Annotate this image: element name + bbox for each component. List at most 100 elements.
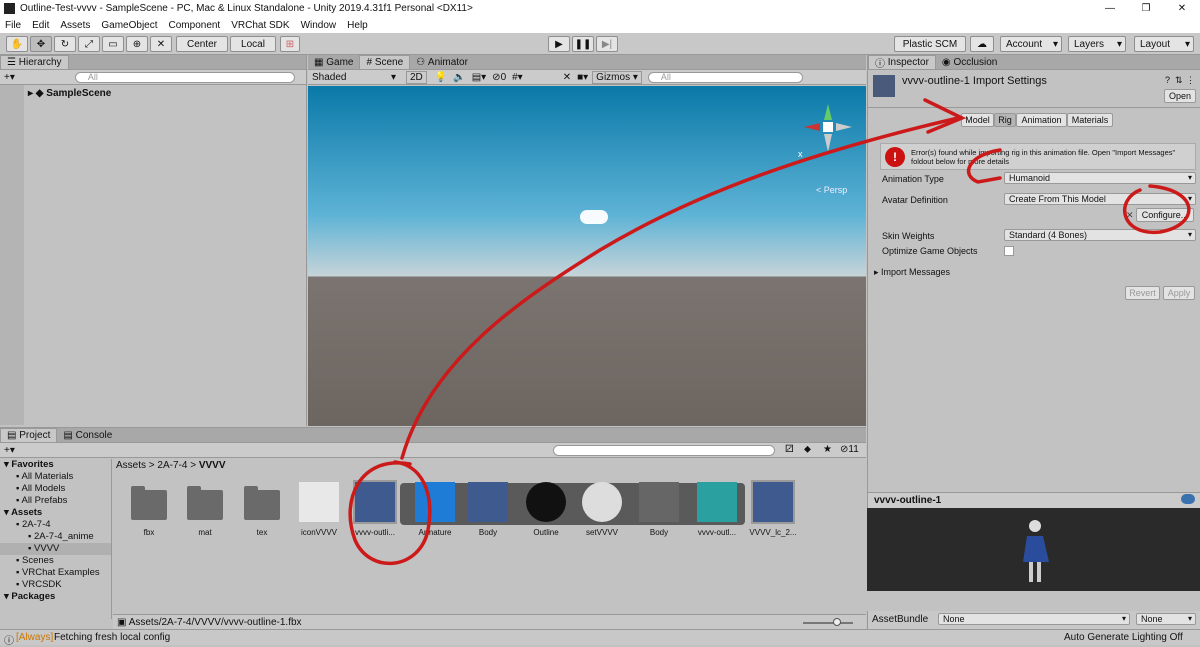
tree-item[interactable]: ▪ 2A-7-4_anime bbox=[0, 531, 111, 543]
menu-vrchat-sdk[interactable]: VRChat SDK bbox=[231, 20, 289, 31]
pause-button[interactable]: ❚❚ bbox=[572, 36, 594, 52]
asset-tile[interactable]: Body bbox=[634, 480, 684, 537]
custom-tool-icon[interactable]: ✕ bbox=[150, 36, 172, 52]
tab-animator[interactable]: ⚇ Animator bbox=[410, 55, 474, 69]
filter-label-icon[interactable]: ⬥ bbox=[804, 444, 811, 455]
skin-weights-dropdown[interactable]: Standard (4 Bones) bbox=[1004, 229, 1196, 241]
filter-type-icon[interactable]: ⚂ bbox=[785, 444, 794, 455]
tree-item[interactable]: ▪ All Models bbox=[0, 483, 111, 495]
revert-button[interactable]: Revert bbox=[1125, 286, 1160, 300]
breadcrumb-assets[interactable]: Assets bbox=[116, 460, 146, 471]
apply-button[interactable]: Apply bbox=[1163, 286, 1195, 300]
menu-window[interactable]: Window bbox=[301, 20, 337, 31]
project-search-input[interactable] bbox=[553, 445, 775, 456]
transform-tool-icon[interactable]: ⊕ bbox=[126, 36, 148, 52]
account-dropdown[interactable]: Account ▾ bbox=[1000, 36, 1062, 52]
hidden-packages-icon[interactable]: ⊘11 bbox=[840, 444, 859, 455]
preset-icon[interactable]: ⇅ bbox=[1175, 75, 1183, 86]
tab-materials[interactable]: Materials bbox=[1067, 113, 1113, 127]
tab-animation[interactable]: Animation bbox=[1016, 113, 1067, 127]
asset-tile[interactable]: iconVVVV bbox=[294, 480, 344, 537]
menu-edit[interactable]: Edit bbox=[32, 20, 49, 31]
tab-game[interactable]: ▦ Game bbox=[308, 55, 360, 69]
tab-inspector[interactable]: ⓘ Inspector bbox=[868, 55, 936, 70]
model-preview[interactable] bbox=[867, 494, 1200, 591]
menu-help[interactable]: Help bbox=[347, 20, 368, 31]
tab-scene[interactable]: # Scene bbox=[359, 55, 411, 69]
status-message[interactable]: Fetching fresh local config bbox=[54, 632, 170, 643]
menu-file[interactable]: File bbox=[5, 20, 21, 31]
asset-tile[interactable]: vvvv-outli... bbox=[350, 480, 400, 537]
grid-snap-icon[interactable]: ⊞ bbox=[280, 36, 300, 52]
scene-gizmo-icon[interactable] bbox=[794, 94, 858, 158]
layout-dropdown[interactable]: Layout ▾ bbox=[1134, 36, 1194, 52]
menu-assets[interactable]: Assets bbox=[60, 20, 90, 31]
asset-tile[interactable]: Armature bbox=[410, 480, 460, 537]
tab-hierarchy[interactable]: ☰ Hierarchy bbox=[0, 55, 69, 69]
favorite-star-icon[interactable]: ★ bbox=[823, 444, 832, 455]
menu-component[interactable]: Component bbox=[169, 20, 221, 31]
open-button[interactable]: Open bbox=[1164, 89, 1196, 103]
tree-item[interactable]: ▾ Favorites bbox=[0, 459, 111, 471]
asset-tile[interactable]: vvvv-outl... bbox=[692, 480, 742, 537]
cloud-icon[interactable]: ☁ bbox=[970, 36, 994, 52]
move-tool-icon[interactable]: ✥ bbox=[30, 36, 52, 52]
maximize-button[interactable]: ❐ bbox=[1128, 0, 1164, 17]
rect-tool-icon[interactable]: ▭ bbox=[102, 36, 124, 52]
grid-toggle-icon[interactable]: #▾ bbox=[512, 72, 523, 83]
scene-root-item[interactable]: ▸ ◆ SampleScene bbox=[24, 85, 115, 425]
pivot-local-toggle[interactable]: Local bbox=[230, 36, 276, 52]
asset-tile[interactable]: Outline bbox=[521, 480, 571, 537]
lighting-icon[interactable]: 💡 bbox=[435, 72, 447, 83]
tree-item[interactable]: ▪ All Prefabs bbox=[0, 495, 111, 507]
scale-tool-icon[interactable]: ⤢ bbox=[78, 36, 100, 52]
configure-button[interactable]: Configure... bbox=[1136, 208, 1194, 222]
tools-icon[interactable]: ✕ bbox=[563, 72, 571, 83]
breadcrumb-2a74[interactable]: 2A-7-4 bbox=[157, 460, 187, 471]
tree-item[interactable]: ▪ Scenes bbox=[0, 555, 111, 567]
tree-item[interactable]: ▪ VVVV bbox=[0, 543, 111, 555]
hierarchy-search-input[interactable]: All bbox=[74, 71, 295, 83]
asset-tile[interactable]: tex bbox=[237, 480, 287, 537]
breadcrumb-vvvv[interactable]: VVVV bbox=[199, 460, 226, 471]
assetbundle-variant-dropdown[interactable]: None bbox=[1136, 613, 1196, 625]
preview-toggle-icon[interactable] bbox=[1181, 494, 1195, 504]
asset-tile[interactable]: Body bbox=[463, 480, 513, 537]
pivot-center-toggle[interactable]: Center bbox=[176, 36, 228, 52]
lighting-status[interactable]: Auto Generate Lighting Off bbox=[1064, 632, 1183, 643]
gizmos-dropdown[interactable]: Gizmos ▾ bbox=[592, 70, 642, 84]
project-create-icon[interactable]: +▾ bbox=[4, 445, 15, 456]
hidden-objects-icon[interactable]: ⊘0 bbox=[492, 72, 506, 83]
menu-gameobject[interactable]: GameObject bbox=[101, 20, 157, 31]
asset-tile[interactable]: mat bbox=[180, 480, 230, 537]
asset-tile[interactable]: setVVVV bbox=[577, 480, 627, 537]
tree-item[interactable]: ▾ Assets bbox=[0, 507, 111, 519]
animation-type-dropdown[interactable]: Humanoid bbox=[1004, 172, 1196, 184]
zoom-slider[interactable] bbox=[803, 622, 853, 624]
tree-item[interactable]: ▾ Packages bbox=[0, 591, 111, 603]
tree-item[interactable]: ▪ All Materials bbox=[0, 471, 111, 483]
step-button[interactable]: ▶| bbox=[596, 36, 618, 52]
plastic-scm-button[interactable]: Plastic SCM bbox=[894, 36, 966, 52]
play-button[interactable]: ▶ bbox=[548, 36, 570, 52]
camera-icon[interactable]: ■▾ bbox=[577, 72, 588, 83]
help-icon[interactable]: ? bbox=[1165, 75, 1170, 85]
zoom-slider-handle[interactable] bbox=[833, 618, 841, 626]
hand-tool-icon[interactable]: ✋ bbox=[6, 36, 28, 52]
scene-viewport[interactable]: x < Persp bbox=[308, 86, 866, 426]
close-button[interactable]: ✕ bbox=[1164, 0, 1200, 17]
optimize-checkbox[interactable] bbox=[1004, 246, 1014, 256]
import-messages-foldout[interactable]: ▸ Import Messages bbox=[874, 267, 950, 278]
avatar-definition-dropdown[interactable]: Create From This Model bbox=[1004, 193, 1196, 205]
mode-2d-toggle[interactable]: 2D bbox=[406, 70, 427, 84]
tab-project[interactable]: ▤ Project bbox=[0, 428, 58, 442]
tree-item[interactable]: ▪ 2A-7-4 bbox=[0, 519, 111, 531]
scene-search-input[interactable]: All bbox=[647, 71, 803, 83]
tab-occlusion[interactable]: ◉ Occlusion bbox=[935, 55, 1004, 69]
tab-console[interactable]: ▤ Console bbox=[57, 428, 119, 442]
tab-model[interactable]: Model bbox=[961, 113, 994, 127]
audio-icon[interactable]: 🔈 bbox=[453, 72, 465, 83]
assetbundle-dropdown[interactable]: None bbox=[938, 613, 1130, 625]
rotate-tool-icon[interactable]: ↻ bbox=[54, 36, 76, 52]
effects-icon[interactable]: ▤▾ bbox=[472, 72, 486, 83]
